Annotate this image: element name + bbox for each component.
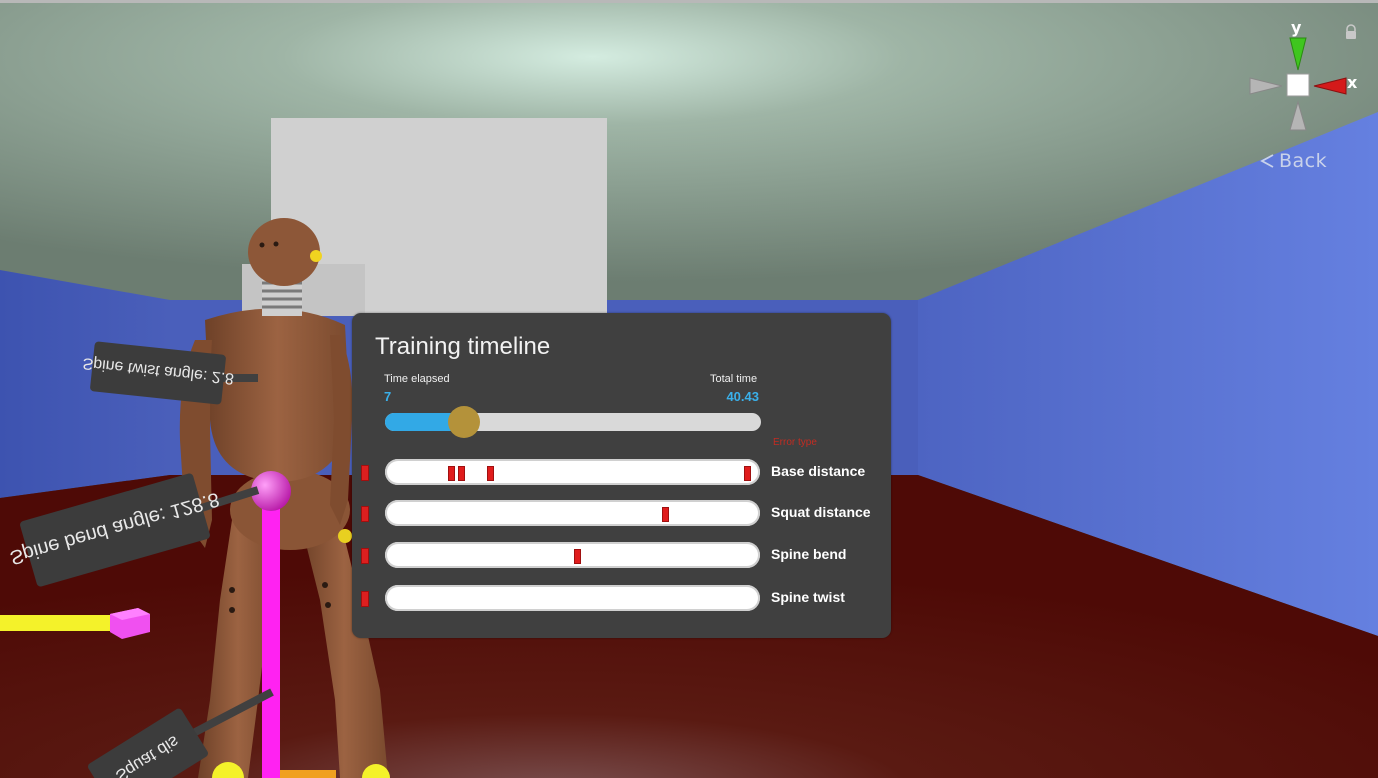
gizmo-neg-x-cone[interactable] bbox=[1249, 77, 1283, 95]
spine-bend-label-plate: Spine bend angle: 128.8 bbox=[7, 473, 222, 587]
track-bar[interactable] bbox=[385, 500, 760, 526]
spine-twist-label-plate: Spine twist angle: 2.8 bbox=[82, 341, 235, 405]
gizmo-x-label: x bbox=[1347, 73, 1358, 92]
track-row: Squat distance bbox=[361, 499, 881, 527]
track-bar[interactable] bbox=[385, 459, 760, 485]
time-elapsed-label: Time elapsed bbox=[384, 373, 450, 385]
gizmo-neg-y-cone[interactable] bbox=[1289, 100, 1307, 131]
gizmo-y-cone[interactable] bbox=[1289, 37, 1307, 71]
row-error-indicator bbox=[361, 465, 369, 481]
error-marker[interactable] bbox=[448, 466, 456, 481]
row-error-indicator bbox=[361, 506, 369, 522]
scene-viewport[interactable]: Spine twist angle: 2.8 Spine bend angle:… bbox=[0, 0, 1378, 778]
error-marker[interactable] bbox=[662, 507, 670, 522]
error-marker[interactable] bbox=[486, 466, 494, 481]
total-time-label: Total time bbox=[710, 373, 758, 385]
row-error-indicator bbox=[361, 591, 369, 607]
error-marker[interactable] bbox=[743, 466, 751, 481]
track-label: Squat distance bbox=[771, 504, 871, 520]
gizmo-center-cube[interactable] bbox=[1286, 73, 1310, 97]
track-label: Base distance bbox=[771, 463, 866, 479]
row-error-indicator bbox=[361, 548, 369, 564]
error-type-label: Error type bbox=[773, 437, 817, 448]
track-row: Spine twist bbox=[361, 584, 881, 612]
panel-title: Training timeline bbox=[375, 333, 551, 360]
track-label: Spine bend bbox=[771, 546, 847, 562]
orientation-gizmo[interactable] bbox=[1238, 26, 1358, 146]
lock-icon[interactable] bbox=[1344, 24, 1358, 40]
error-marker[interactable] bbox=[574, 549, 581, 564]
squat-label-plate: Squat dis bbox=[88, 708, 208, 778]
track-row: Spine bend bbox=[361, 541, 881, 569]
track-bar[interactable] bbox=[385, 542, 760, 568]
track-row: Base distance bbox=[361, 458, 881, 486]
time-slider-handle[interactable] bbox=[447, 406, 480, 438]
gizmo-y-label: y bbox=[1291, 18, 1302, 37]
time-slider[interactable] bbox=[385, 406, 761, 438]
error-marker[interactable] bbox=[457, 466, 465, 481]
gizmo-x-cone[interactable] bbox=[1313, 77, 1347, 95]
back-button[interactable]: Back bbox=[1259, 150, 1327, 172]
training-timeline-panel: Training timeline Time elapsed 7 Total t… bbox=[352, 313, 891, 638]
track-bar[interactable] bbox=[385, 585, 760, 611]
chevron-left-icon bbox=[1260, 154, 1274, 168]
time-elapsed-value: 7 bbox=[384, 389, 392, 404]
total-time-value: 40.43 bbox=[726, 389, 759, 404]
track-label: Spine twist bbox=[771, 589, 845, 605]
back-button-label: Back bbox=[1279, 150, 1328, 172]
